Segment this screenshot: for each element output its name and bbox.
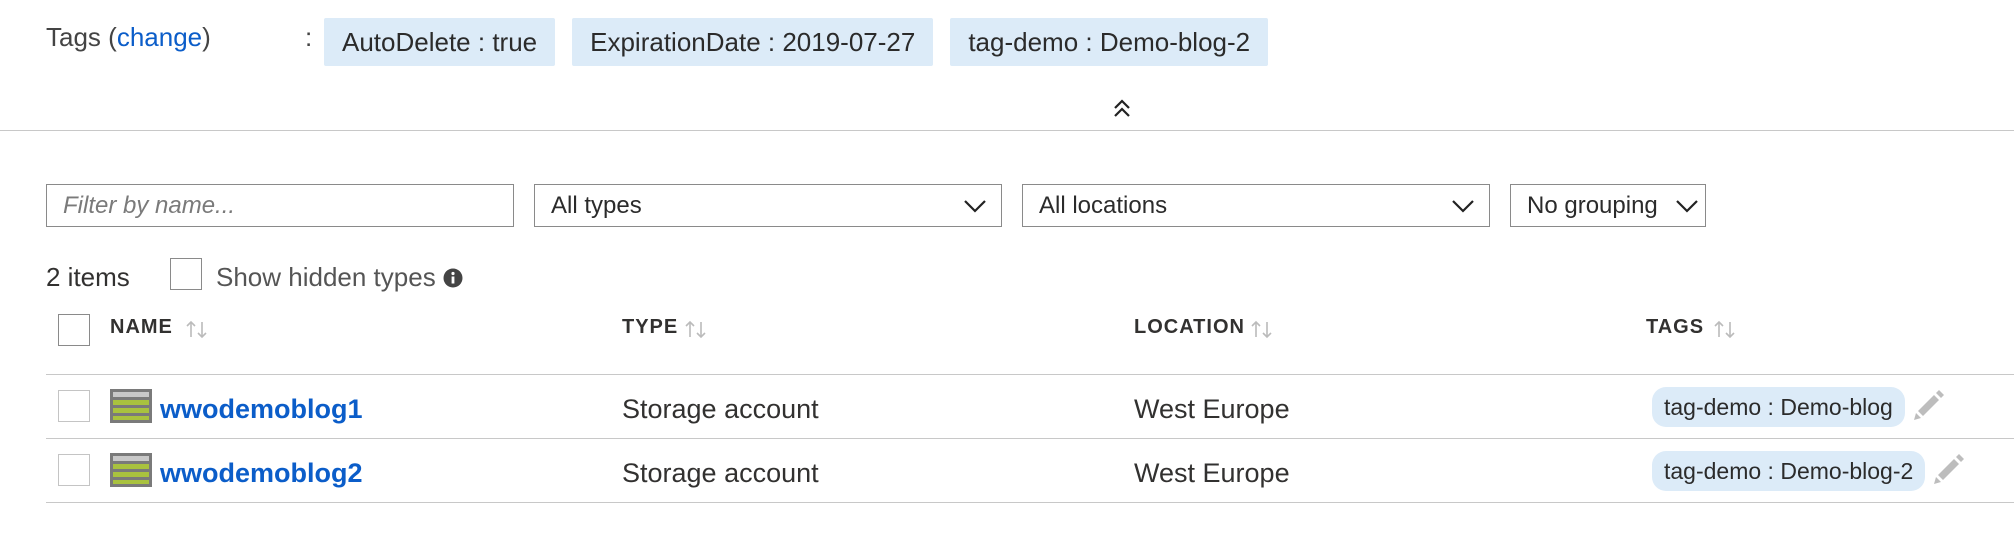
tag-chip-expirationdate: ExpirationDate : 2019-07-27 [572, 18, 934, 66]
chevron-down-icon [964, 199, 986, 213]
tags-label: Tags [46, 22, 101, 52]
select-all-checkbox[interactable] [58, 314, 90, 346]
filter-by-name-input[interactable] [46, 184, 514, 227]
sort-icon[interactable] [683, 319, 709, 341]
column-header-type[interactable]: TYPE [622, 316, 678, 339]
row-checkbox[interactable] [58, 390, 90, 422]
row-divider [46, 502, 2014, 503]
info-icon[interactable] [443, 268, 463, 288]
resource-tag: tag-demo : Demo-blog [1652, 387, 1905, 427]
locations-dropdown-value: All locations [1039, 191, 1168, 219]
tag-chip-tag-demo: tag-demo : Demo-blog-2 [950, 18, 1269, 66]
resource-location: West Europe [1134, 458, 1290, 488]
sort-icon[interactable] [1249, 319, 1275, 341]
grouping-dropdown-value: No grouping [1527, 191, 1658, 219]
row-checkbox[interactable] [58, 454, 90, 486]
column-header-name[interactable]: NAME [110, 316, 173, 339]
pencil-icon[interactable] [1930, 451, 1966, 487]
sort-icon[interactable] [184, 319, 210, 341]
resource-link[interactable]: wwodemoblog1 [160, 394, 363, 425]
resource-type: Storage account [622, 394, 819, 424]
tag-chips: AutoDelete : true ExpirationDate : 2019-… [324, 18, 1269, 66]
column-header-tags[interactable]: TAGS [1646, 316, 1704, 339]
table-header-divider [46, 374, 2014, 375]
open-paren: ( [108, 22, 117, 52]
chevron-down-icon [1452, 199, 1474, 213]
resource-link[interactable]: wwodemoblog2 [160, 458, 363, 489]
storage-account-icon [110, 453, 152, 487]
locations-dropdown[interactable]: All locations [1022, 184, 1490, 227]
storage-account-icon [110, 389, 152, 423]
row-divider [46, 438, 2014, 439]
tags-colon: : [305, 22, 313, 52]
show-hidden-types-checkbox[interactable] [170, 258, 202, 290]
types-dropdown[interactable]: All types [534, 184, 1002, 227]
change-tags-link[interactable]: change [117, 22, 202, 52]
header-divider [0, 130, 2014, 131]
resource-type: Storage account [622, 458, 819, 488]
sort-icon[interactable] [1712, 319, 1738, 341]
pencil-icon[interactable] [1910, 387, 1946, 423]
chevron-down-icon [1676, 199, 1698, 213]
double-chevron-up-icon[interactable] [1109, 96, 1135, 122]
resource-tag: tag-demo : Demo-blog-2 [1652, 451, 1926, 491]
item-count: 2 items [46, 262, 130, 292]
show-hidden-types-label: Show hidden types [216, 262, 436, 292]
resource-location: West Europe [1134, 394, 1290, 424]
close-paren: ) [202, 22, 211, 52]
tags-label-group: Tags (change) [46, 22, 211, 53]
types-dropdown-value: All types [551, 191, 642, 219]
column-header-location[interactable]: LOCATION [1134, 316, 1245, 339]
grouping-dropdown[interactable]: No grouping [1510, 184, 1706, 227]
tag-chip-autodelete: AutoDelete : true [324, 18, 556, 66]
